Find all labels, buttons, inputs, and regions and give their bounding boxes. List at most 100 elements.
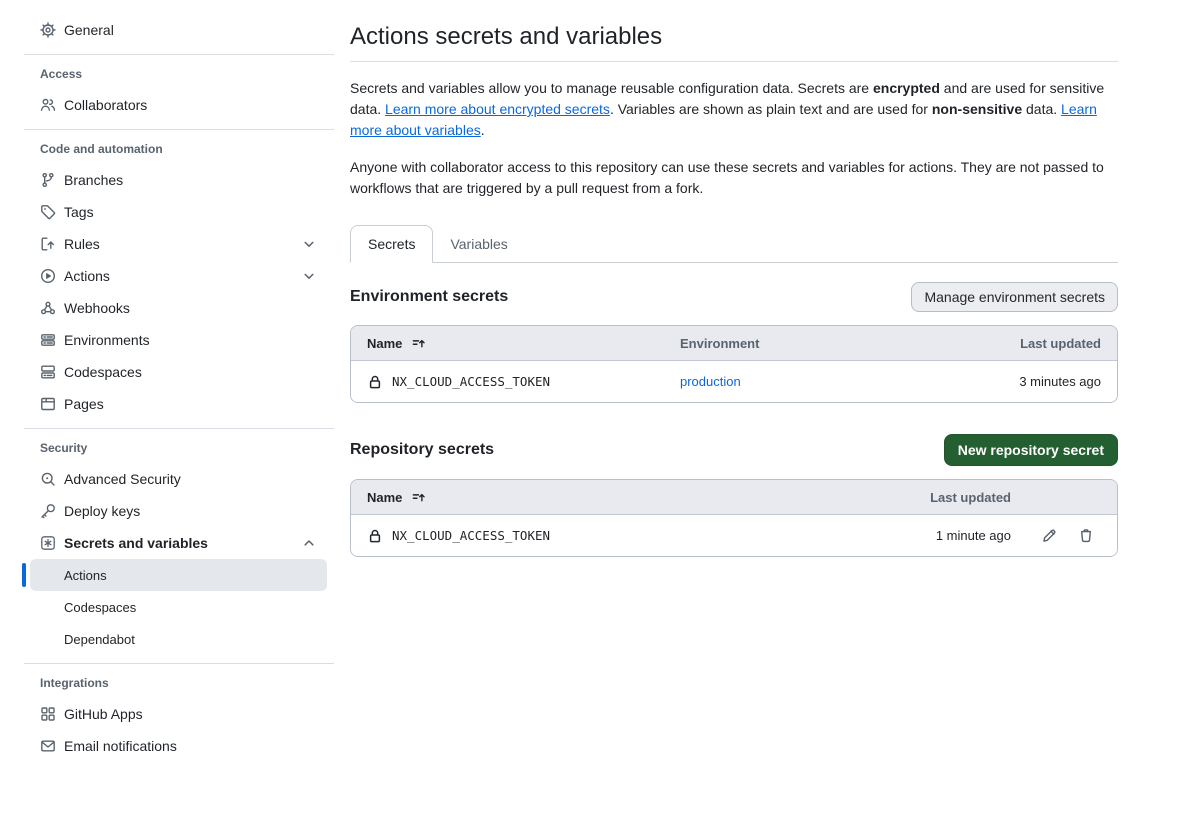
sidebar-item-label: Pages [64,396,104,412]
edit-secret-button[interactable] [1041,528,1057,544]
row-actions [1011,528,1101,544]
repository-secrets-table-header: Name Last updated [351,480,1117,515]
sidebar-section-integrations: Integrations [40,674,334,692]
sidebar-item-github-apps[interactable]: GitHub Apps [24,698,334,730]
intro-bold-encrypted: encrypted [873,80,940,96]
sidebar-item-branches[interactable]: Branches [24,164,334,196]
people-icon [40,97,56,113]
sidebar-item-label: Email notifications [64,738,177,754]
sidebar-section-code-automation: Code and automation [40,140,334,158]
gear-icon [40,22,56,38]
sidebar-item-label: Secrets and variables [64,535,208,551]
table-row: NX_CLOUD_ACCESS_TOKEN 1 minute ago [351,515,1117,556]
chevron-down-icon [301,236,317,252]
sidebar-item-label: Actions [64,268,110,284]
sidebar-item-label: Advanced Security [64,471,181,487]
chevron-up-icon [301,535,317,551]
sidebar-item-label: Rules [64,236,100,252]
environment-cell: production [680,374,1019,389]
sidebar-subitem-actions[interactable]: Actions [30,559,327,591]
lock-icon [367,528,383,544]
lock-icon [367,374,383,390]
intro-text: Secrets and variables allow you to manag… [350,80,873,96]
sidebar-item-label: Codespaces [64,364,142,380]
column-header-environment: Environment [680,336,1020,351]
column-header-name[interactable]: Name [367,490,930,505]
sidebar-item-label: Collaborators [64,97,147,113]
secret-name-cell: NX_CLOUD_ACCESS_TOKEN [367,528,936,544]
repository-secrets-title: Repository secrets [350,441,494,459]
apps-icon [40,706,56,722]
environment-link[interactable]: production [680,374,741,389]
collaborator-access-paragraph: Anyone with collaborator access to this … [350,157,1118,199]
codescan-icon [40,471,56,487]
sidebar-subitem-label: Actions [64,568,107,583]
sidebar-item-collaborators[interactable]: Collaborators [24,89,334,121]
sidebar-item-rules[interactable]: Rules [24,228,334,260]
sidebar-divider [24,663,334,664]
pencil-icon [1041,528,1057,544]
sidebar-item-secrets-and-variables[interactable]: Secrets and variables [24,527,334,559]
sidebar-subitem-codespaces[interactable]: Codespaces [30,591,327,623]
last-updated-cell: 1 minute ago [936,528,1011,543]
sidebar-item-general[interactable]: General [24,14,334,46]
table-row: NX_CLOUD_ACCESS_TOKEN production 3 minut… [351,361,1117,402]
page-title: Actions secrets and variables [350,22,1118,62]
git-branch-icon [40,172,56,188]
trash-icon [1078,528,1094,544]
sidebar-section-security: Security [40,439,334,457]
sidebar-divider [24,428,334,429]
environment-secrets-table: Name Environment Last updated NX_CLOUD_A… [350,325,1118,403]
server-icon [40,332,56,348]
sidebar-item-label: Deploy keys [64,503,140,519]
sidebar-item-codespaces[interactable]: Codespaces [24,356,334,388]
column-header-last-updated: Last updated [930,490,1011,505]
sidebar-item-environments[interactable]: Environments [24,324,334,356]
intro-text: . Variables are shown as plain text and … [610,101,932,117]
manage-environment-secrets-button[interactable]: Manage environment secrets [911,282,1118,312]
new-repository-secret-button[interactable]: New repository secret [944,434,1118,466]
secret-name: NX_CLOUD_ACCESS_TOKEN [392,374,550,389]
sidebar-subitem-dependabot[interactable]: Dependabot [30,623,327,655]
secrets-variables-tabnav: Secrets Variables [350,225,1118,263]
key-icon [40,503,56,519]
settings-sidebar: General Access Collaborators Code and au… [0,0,334,762]
sidebar-item-deploy-keys[interactable]: Deploy keys [24,495,334,527]
environment-secrets-title: Environment secrets [350,288,508,306]
link-learn-more-encrypted-secrets[interactable]: Learn more about encrypted secrets [385,101,610,117]
key-asterisk-icon [40,535,56,551]
intro-bold-non-sensitive: non-sensitive [932,101,1022,117]
sidebar-item-label: GitHub Apps [64,706,143,722]
sort-ascending-icon [411,490,426,505]
sidebar-item-email-notifications[interactable]: Email notifications [24,730,334,762]
webhook-icon [40,300,56,316]
sidebar-subitem-label: Codespaces [64,600,136,615]
intro-text: data. [1022,101,1061,117]
sidebar-item-advanced-security[interactable]: Advanced Security [24,463,334,495]
sidebar-item-label: Branches [64,172,123,188]
sidebar-item-actions[interactable]: Actions [24,260,334,292]
tab-secrets[interactable]: Secrets [350,225,433,263]
sidebar-item-webhooks[interactable]: Webhooks [24,292,334,324]
last-updated-cell: 3 minutes ago [1019,374,1101,389]
sidebar-divider [24,54,334,55]
sidebar-item-label: Webhooks [64,300,130,316]
sidebar-item-pages[interactable]: Pages [24,388,334,420]
delete-secret-button[interactable] [1078,528,1094,544]
secret-name-cell: NX_CLOUD_ACCESS_TOKEN [367,374,680,390]
column-header-name[interactable]: Name [367,336,680,351]
intro-paragraph: Secrets and variables allow you to manag… [350,78,1118,141]
selected-indicator [22,563,26,587]
sidebar-item-label: Tags [64,204,94,220]
main-content: Actions secrets and variables Secrets an… [334,0,1177,762]
sidebar-section-access: Access [40,65,334,83]
column-header-last-updated: Last updated [1020,336,1101,351]
sidebar-item-tags[interactable]: Tags [24,196,334,228]
sidebar-item-label: Environments [64,332,150,348]
sidebar-item-label: General [64,22,114,38]
environment-secrets-header: Environment secrets Manage environment s… [350,282,1118,312]
tab-variables[interactable]: Variables [433,226,524,262]
rules-icon [40,236,56,252]
codespaces-icon [40,364,56,380]
sidebar-subitem-label: Dependabot [64,632,135,647]
